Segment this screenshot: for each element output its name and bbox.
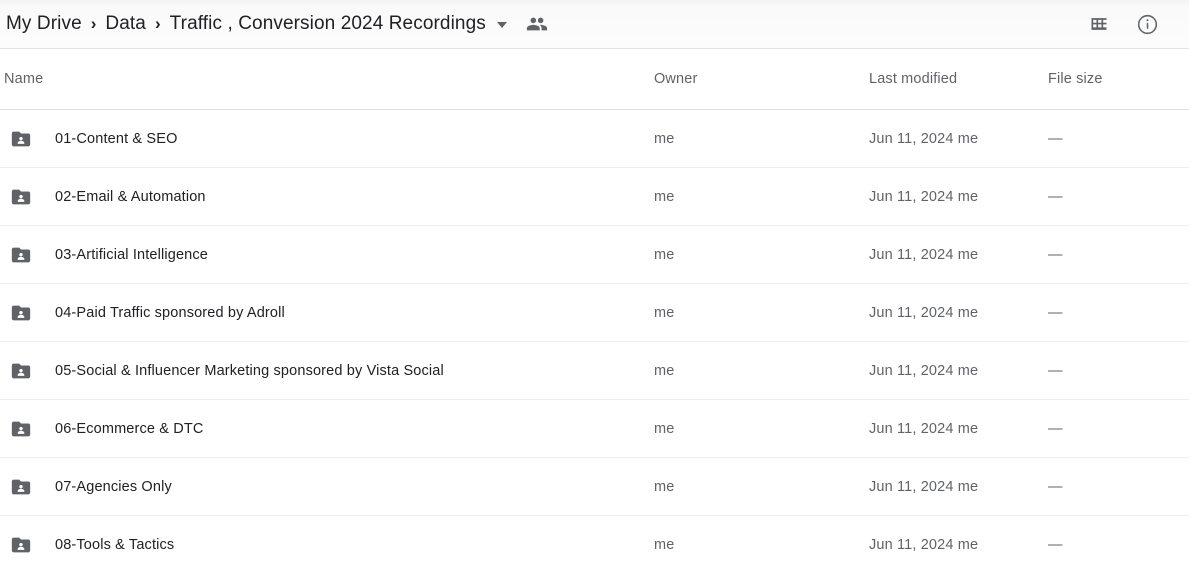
breadcrumb-data[interactable]: Data (103, 11, 148, 37)
grid-view-icon[interactable] (1086, 11, 1112, 37)
file-name-label: 04-Paid Traffic sponsored by Adroll (55, 304, 285, 321)
breadcrumb: My Drive › Data › Traffic , Conversion 2… (0, 0, 1086, 48)
chevron-down-icon[interactable] (496, 22, 507, 28)
file-owner: me (654, 362, 675, 379)
file-name-cell: 05-Social & Influencer Marketing sponsor… (0, 360, 654, 382)
table-row[interactable]: 04-Paid Traffic sponsored by Adroll me J… (0, 284, 1189, 342)
column-header-file-size[interactable]: File size (1048, 71, 1103, 87)
file-name-cell: 06-Ecommerce & DTC (0, 418, 654, 440)
file-owner: me (654, 188, 675, 205)
file-name-cell: 02-Email & Automation (0, 186, 654, 208)
table-row[interactable]: 07-Agencies Only me Jun 11, 2024 me — (0, 458, 1189, 516)
breadcrumb-separator: › (154, 14, 161, 33)
file-size: — (1048, 304, 1063, 321)
file-last-modified: Jun 11, 2024 me (869, 130, 979, 147)
file-name-cell: 01-Content & SEO (0, 128, 654, 150)
file-owner: me (654, 246, 675, 263)
people-shared-icon[interactable] (525, 12, 549, 36)
table-row[interactable]: 01-Content & SEO me Jun 11, 2024 me — (0, 110, 1189, 168)
breadcrumb-separator: › (90, 14, 97, 33)
file-name-label: 07-Agencies Only (55, 478, 172, 495)
file-size: — (1048, 536, 1063, 553)
column-header-row: Name Owner Last modified File size (0, 49, 1189, 110)
file-name-label: 08-Tools & Tactics (55, 536, 175, 553)
column-header-owner[interactable]: Owner (654, 71, 697, 87)
file-owner: me (654, 304, 675, 321)
file-size: — (1048, 420, 1063, 437)
file-size: — (1048, 188, 1063, 205)
column-header-name-cell: Name (0, 70, 654, 88)
table-row[interactable]: 02-Email & Automation me Jun 11, 2024 me… (0, 168, 1189, 226)
breadcrumb-current-folder[interactable]: Traffic , Conversion 2024 Recordings (168, 11, 488, 37)
shared-folder-icon (4, 534, 38, 556)
file-name-cell: 08-Tools & Tactics (0, 534, 654, 556)
file-size: — (1048, 362, 1063, 379)
file-last-modified: Jun 11, 2024 me (869, 536, 979, 553)
shared-folder-icon (4, 360, 38, 382)
file-owner: me (654, 478, 675, 495)
file-last-modified: Jun 11, 2024 me (869, 304, 979, 321)
info-circle-icon[interactable] (1134, 11, 1160, 37)
file-name-label: 05-Social & Influencer Marketing sponsor… (55, 362, 444, 379)
table-row[interactable]: 08-Tools & Tactics me Jun 11, 2024 me — (0, 516, 1189, 568)
breadcrumb-my-drive[interactable]: My Drive (4, 11, 84, 37)
shared-folder-icon (4, 128, 38, 150)
file-name-cell: 03-Artificial Intelligence (0, 244, 654, 266)
file-size: — (1048, 246, 1063, 263)
file-name-label: 02-Email & Automation (55, 188, 206, 205)
column-header-size-cell: File size (1048, 70, 1189, 88)
file-name-label: 03-Artificial Intelligence (55, 246, 208, 263)
file-owner: me (654, 536, 675, 553)
file-last-modified: Jun 11, 2024 me (869, 420, 979, 437)
file-last-modified: Jun 11, 2024 me (869, 246, 979, 263)
column-header-last-modified[interactable]: Last modified (869, 71, 957, 87)
file-name-cell: 07-Agencies Only (0, 476, 654, 498)
file-last-modified: Jun 11, 2024 me (869, 478, 979, 495)
table-row[interactable]: 05-Social & Influencer Marketing sponsor… (0, 342, 1189, 400)
column-header-owner-cell: Owner (654, 70, 869, 88)
shared-folder-icon (4, 476, 38, 498)
file-owner: me (654, 130, 675, 147)
shared-folder-icon (4, 418, 38, 440)
toolbar-actions (1086, 11, 1173, 37)
table-row[interactable]: 06-Ecommerce & DTC me Jun 11, 2024 me — (0, 400, 1189, 458)
table-row[interactable]: 03-Artificial Intelligence me Jun 11, 20… (0, 226, 1189, 284)
file-name-label: 01-Content & SEO (55, 130, 178, 147)
file-size: — (1048, 478, 1063, 495)
file-last-modified: Jun 11, 2024 me (869, 188, 979, 205)
file-name-cell: 04-Paid Traffic sponsored by Adroll (0, 302, 654, 324)
file-list: 01-Content & SEO me Jun 11, 2024 me — 02… (0, 110, 1189, 568)
file-size: — (1048, 130, 1063, 147)
column-header-modified-cell: Last modified (869, 70, 1048, 88)
breadcrumb-bar: My Drive › Data › Traffic , Conversion 2… (0, 0, 1189, 49)
file-owner: me (654, 420, 675, 437)
column-header-name[interactable]: Name (4, 71, 43, 87)
file-last-modified: Jun 11, 2024 me (869, 362, 979, 379)
shared-folder-icon (4, 186, 38, 208)
file-name-label: 06-Ecommerce & DTC (55, 420, 204, 437)
file-browser-window: My Drive › Data › Traffic , Conversion 2… (0, 0, 1189, 568)
shared-folder-icon (4, 302, 38, 324)
shared-folder-icon (4, 244, 38, 266)
